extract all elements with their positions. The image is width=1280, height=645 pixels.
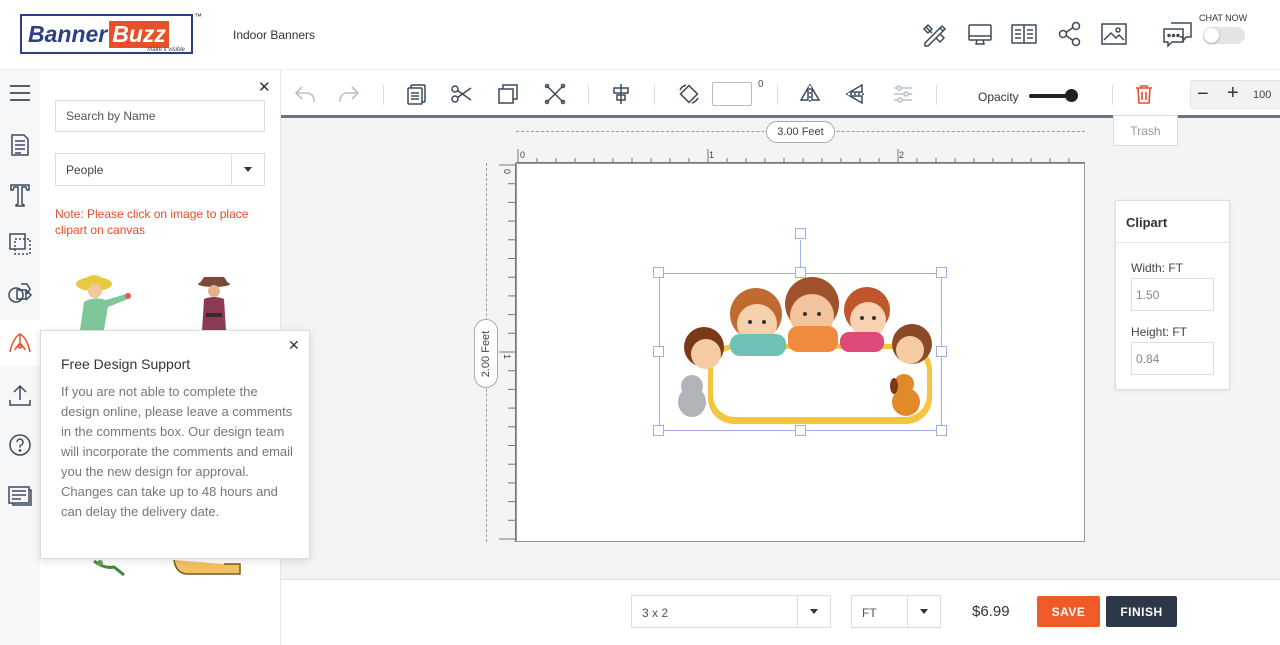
zoom-value[interactable]: 100	[1253, 89, 1271, 101]
height-label: Height: FT	[1131, 325, 1188, 339]
finish-button[interactable]: FINISH	[1106, 596, 1177, 627]
adjust-sliders-icon[interactable]	[891, 82, 915, 106]
cut-icon[interactable]	[450, 82, 474, 106]
chevron-down-icon	[231, 154, 264, 185]
chevron-down-icon	[907, 596, 940, 627]
resize-handle-right[interactable]	[936, 346, 947, 357]
canvas-height-label: 2.00 Feet	[474, 319, 498, 388]
rotation-input[interactable]	[712, 82, 752, 106]
chat-toggle[interactable]	[1203, 27, 1245, 44]
clipart-properties-panel: Clipart Width: FT Height: FT	[1115, 200, 1230, 390]
ruler-label: 1	[502, 354, 512, 359]
flip-horizontal-icon[interactable]	[798, 82, 822, 106]
zoom-control: − + 100	[1190, 80, 1280, 109]
design-support-popup: ✕ Free Design Support If you are not abl…	[40, 330, 310, 559]
background-icon[interactable]	[0, 221, 40, 267]
resize-handle-bottom[interactable]	[795, 425, 806, 436]
horizontal-ruler: 0 1 2	[516, 149, 1085, 163]
width-input[interactable]	[1131, 278, 1214, 311]
upload-icon[interactable]	[0, 372, 40, 418]
clipart-farmer-thumbnail[interactable]	[70, 270, 136, 332]
tool-rail	[0, 70, 40, 645]
comments-icon[interactable]	[0, 472, 40, 518]
width-label: Width: FT	[1131, 261, 1184, 275]
toolbar-divider	[936, 85, 937, 105]
toolbar-divider	[383, 85, 384, 105]
preview-monitor-icon[interactable]	[966, 20, 994, 48]
ruler-label: 0	[502, 169, 512, 174]
resize-handle-left[interactable]	[653, 346, 664, 357]
resize-handle-top[interactable]	[795, 267, 806, 278]
edit-toolbar: 0 Opacity − + 100	[281, 70, 1280, 118]
ruler-label: 0	[520, 150, 525, 160]
resize-handle-bottom-right[interactable]	[936, 425, 947, 436]
design-studio: Banner Buzz make it visible ™ Indoor Bann…	[0, 0, 1280, 645]
category-dropdown[interactable]: People	[55, 153, 265, 186]
divider	[1116, 242, 1229, 243]
canvas-width-label: 3.00 Feet	[766, 121, 835, 143]
price: $6.99	[972, 603, 1010, 620]
selected-clipart-kids-banner[interactable]	[659, 273, 942, 431]
vertical-ruler: 0 1	[499, 163, 516, 542]
height-input[interactable]	[1131, 342, 1214, 375]
templates-icon[interactable]	[0, 122, 40, 168]
close-icon[interactable]: ✕	[288, 337, 300, 354]
design-tools-icon[interactable]	[920, 20, 948, 48]
size-dropdown[interactable]: 3 x 2	[631, 595, 831, 628]
panel-note: Note: Please click on image to place cli…	[55, 207, 249, 237]
help-icon[interactable]	[0, 422, 40, 468]
toggle-knob	[1204, 28, 1219, 43]
trash-icon[interactable]	[1133, 83, 1155, 105]
opacity-slider-handle[interactable]	[1065, 89, 1078, 102]
resize-handle-top-left[interactable]	[653, 267, 664, 278]
opacity-label: Opacity	[978, 90, 1019, 104]
resize-handle-top-right[interactable]	[936, 267, 947, 278]
delete-cross-icon[interactable]	[543, 82, 567, 106]
search-input[interactable]	[55, 100, 265, 132]
toolbar-divider	[1112, 85, 1113, 105]
toolbar-divider	[588, 85, 589, 105]
share-icon[interactable]	[1056, 20, 1084, 48]
bannerbuzz-logo[interactable]: Banner Buzz make it visible ™	[20, 12, 202, 54]
rotate-icon[interactable]	[677, 82, 701, 106]
resize-handle-bottom-left[interactable]	[653, 425, 664, 436]
chat-now-label: CHAT NOW	[1199, 13, 1248, 23]
text-icon[interactable]	[0, 172, 40, 218]
toolbar-divider	[777, 85, 778, 105]
zoom-out-button[interactable]: −	[1197, 83, 1209, 106]
save-button[interactable]: SAVE	[1037, 596, 1100, 627]
support-body: If you are not able to complete the desi…	[61, 384, 293, 519]
clipart-icon[interactable]	[0, 320, 40, 366]
align-center-icon[interactable]	[609, 82, 633, 106]
product-title: Indoor Banners	[233, 28, 316, 42]
support-title: Free Design Support	[61, 356, 191, 372]
panel-close-icon[interactable]: ✕	[258, 78, 271, 96]
trash-tooltip: Trash	[1113, 115, 1178, 146]
chat-icon[interactable]	[1162, 19, 1194, 51]
duplicate-icon[interactable]	[496, 82, 520, 106]
undo-icon[interactable]	[293, 82, 317, 106]
paste-icon[interactable]	[405, 82, 429, 106]
flip-vertical-icon[interactable]	[844, 82, 868, 106]
toolbar-divider	[654, 85, 655, 105]
redo-icon[interactable]	[337, 82, 361, 106]
clipart-cowboy-thumbnail[interactable]	[192, 273, 236, 333]
menu-icon[interactable]	[0, 70, 40, 116]
properties-title: Clipart	[1126, 215, 1168, 230]
guide-book-icon[interactable]	[1010, 20, 1038, 48]
image-gallery-icon[interactable]	[1100, 20, 1128, 48]
ruler-label: 2	[899, 150, 904, 160]
chevron-down-icon	[797, 596, 830, 627]
zoom-in-button[interactable]: +	[1227, 82, 1239, 105]
top-header: Banner Buzz make it visible ™ Indoor Bann…	[0, 0, 1280, 70]
unit-dropdown[interactable]: FT	[851, 595, 941, 628]
shapes-icon[interactable]	[0, 270, 40, 316]
ruler-label: 1	[709, 150, 714, 160]
rotate-handle[interactable]	[795, 228, 806, 239]
degree-symbol: 0	[758, 79, 764, 90]
